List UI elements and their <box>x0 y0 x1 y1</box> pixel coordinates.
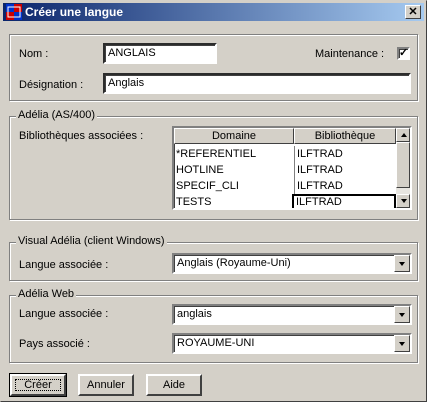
close-icon: ✕ <box>408 6 418 18</box>
table-cell-bibliotheque[interactable]: ILFTRAD <box>294 178 396 194</box>
table-cell-bibliotheque-focused[interactable]: ILFTRAD <box>292 194 396 208</box>
designation-input[interactable]: Anglais <box>103 73 411 94</box>
bibliotheques-grid[interactable]: Domaine Bibliothèque *REFERENTIEL ILFTRA… <box>172 126 412 210</box>
annuler-button-label: Annuler <box>87 379 125 391</box>
checkmark-icon: ✓ <box>399 47 409 59</box>
chevron-down-icon <box>399 313 405 317</box>
adelia-as400-title: Adélia (AS/400) <box>16 109 98 121</box>
annuler-button[interactable]: Annuler <box>78 374 134 396</box>
window-title: Créer une langue <box>25 5 124 19</box>
adelia-web-title: Adélia Web <box>16 288 77 300</box>
web-langue-select[interactable]: anglais <box>172 304 412 325</box>
app-flag-icon <box>6 4 22 20</box>
arrow-down-icon <box>401 199 407 203</box>
grid-scrollbar[interactable] <box>396 128 410 208</box>
bibliotheques-label: Bibliothèques associées : <box>19 130 144 142</box>
visual-langue-select[interactable]: Anglais (Royaume-Uni) <box>172 253 412 274</box>
dropdown-button[interactable] <box>394 335 410 352</box>
web-pays-label: Pays associé : <box>19 338 90 350</box>
close-button[interactable]: ✕ <box>405 5 421 19</box>
scroll-thumb[interactable] <box>396 142 410 188</box>
creer-button[interactable]: Créer <box>9 373 67 397</box>
title-bar[interactable]: Créer une langue ✕ <box>3 3 424 21</box>
visual-adelia-title: Visual Adélia (client Windows) <box>16 235 167 247</box>
dialog-window: Créer une langue ✕ Nom : ANGLAIS Mainten… <box>0 0 427 402</box>
web-pays-value: ROYAUME-UNI <box>177 337 255 349</box>
dropdown-button[interactable] <box>394 306 410 323</box>
chevron-down-icon <box>399 342 405 346</box>
visual-langue-value: Anglais (Royaume-Uni) <box>177 257 291 269</box>
chevron-down-icon <box>399 262 405 266</box>
scroll-up-button[interactable] <box>396 128 410 142</box>
scroll-down-button[interactable] <box>396 194 410 208</box>
dropdown-button[interactable] <box>394 255 410 272</box>
nom-label: Nom : <box>19 48 49 60</box>
arrow-up-icon <box>401 133 407 137</box>
aide-button-label: Aide <box>162 379 186 391</box>
aide-button[interactable]: Aide <box>146 374 202 396</box>
designation-label: Désignation : <box>19 79 84 91</box>
nom-input[interactable]: ANGLAIS <box>103 43 217 64</box>
focus-rect <box>15 379 61 391</box>
table-cell-bibliotheque[interactable]: ILFTRAD <box>294 146 396 162</box>
web-langue-value: anglais <box>177 308 212 320</box>
web-pays-select[interactable]: ROYAUME-UNI <box>172 333 412 354</box>
table-cell-bibliotheque[interactable]: ILFTRAD <box>294 162 396 178</box>
table-cell-domaine[interactable]: HOTLINE <box>174 162 294 178</box>
web-langue-label: Langue associée : <box>19 308 109 320</box>
visual-langue-label: Langue associée : <box>19 259 109 271</box>
maintenance-label: Maintenance : <box>315 48 385 60</box>
column-header-bibliotheque[interactable]: Bibliothèque <box>294 128 396 144</box>
table-cell-domaine[interactable]: TESTS <box>174 194 294 208</box>
column-header-domaine[interactable]: Domaine <box>174 128 294 144</box>
table-cell-domaine[interactable]: *REFERENTIEL <box>174 146 294 162</box>
table-cell-domaine[interactable]: SPECIF_CLI <box>174 178 294 194</box>
maintenance-checkbox[interactable]: ✓ <box>397 47 410 60</box>
